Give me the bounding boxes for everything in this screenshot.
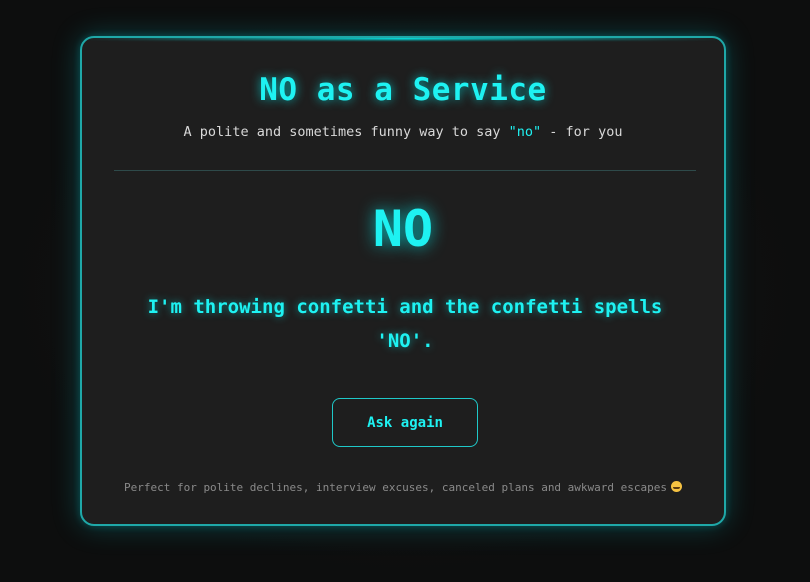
footer-note: Perfect for polite declines, interview e… [82, 481, 724, 494]
answer-text: NO [372, 200, 434, 258]
ask-again-button[interactable]: Ask again [332, 398, 478, 447]
divider [114, 170, 696, 171]
subtitle-text-end: - for you [541, 124, 623, 140]
card-top-glow [82, 38, 724, 40]
grinning-face-icon [671, 481, 683, 492]
footer-text: Perfect for polite declines, interview e… [123, 481, 668, 494]
subtitle: A polite and sometimes funny way to say … [82, 124, 724, 140]
page: NO as a Service A polite and sometimes f… [0, 0, 810, 582]
page-title: NO as a Service [259, 72, 547, 108]
subtitle-text-start: A polite and sometimes funny way to say [183, 124, 509, 140]
main-card: NO as a Service A polite and sometimes f… [80, 36, 726, 526]
subtitle-accent-no: "no" [508, 124, 542, 140]
reason-text: I'm throwing confetti and the confetti s… [147, 296, 663, 352]
